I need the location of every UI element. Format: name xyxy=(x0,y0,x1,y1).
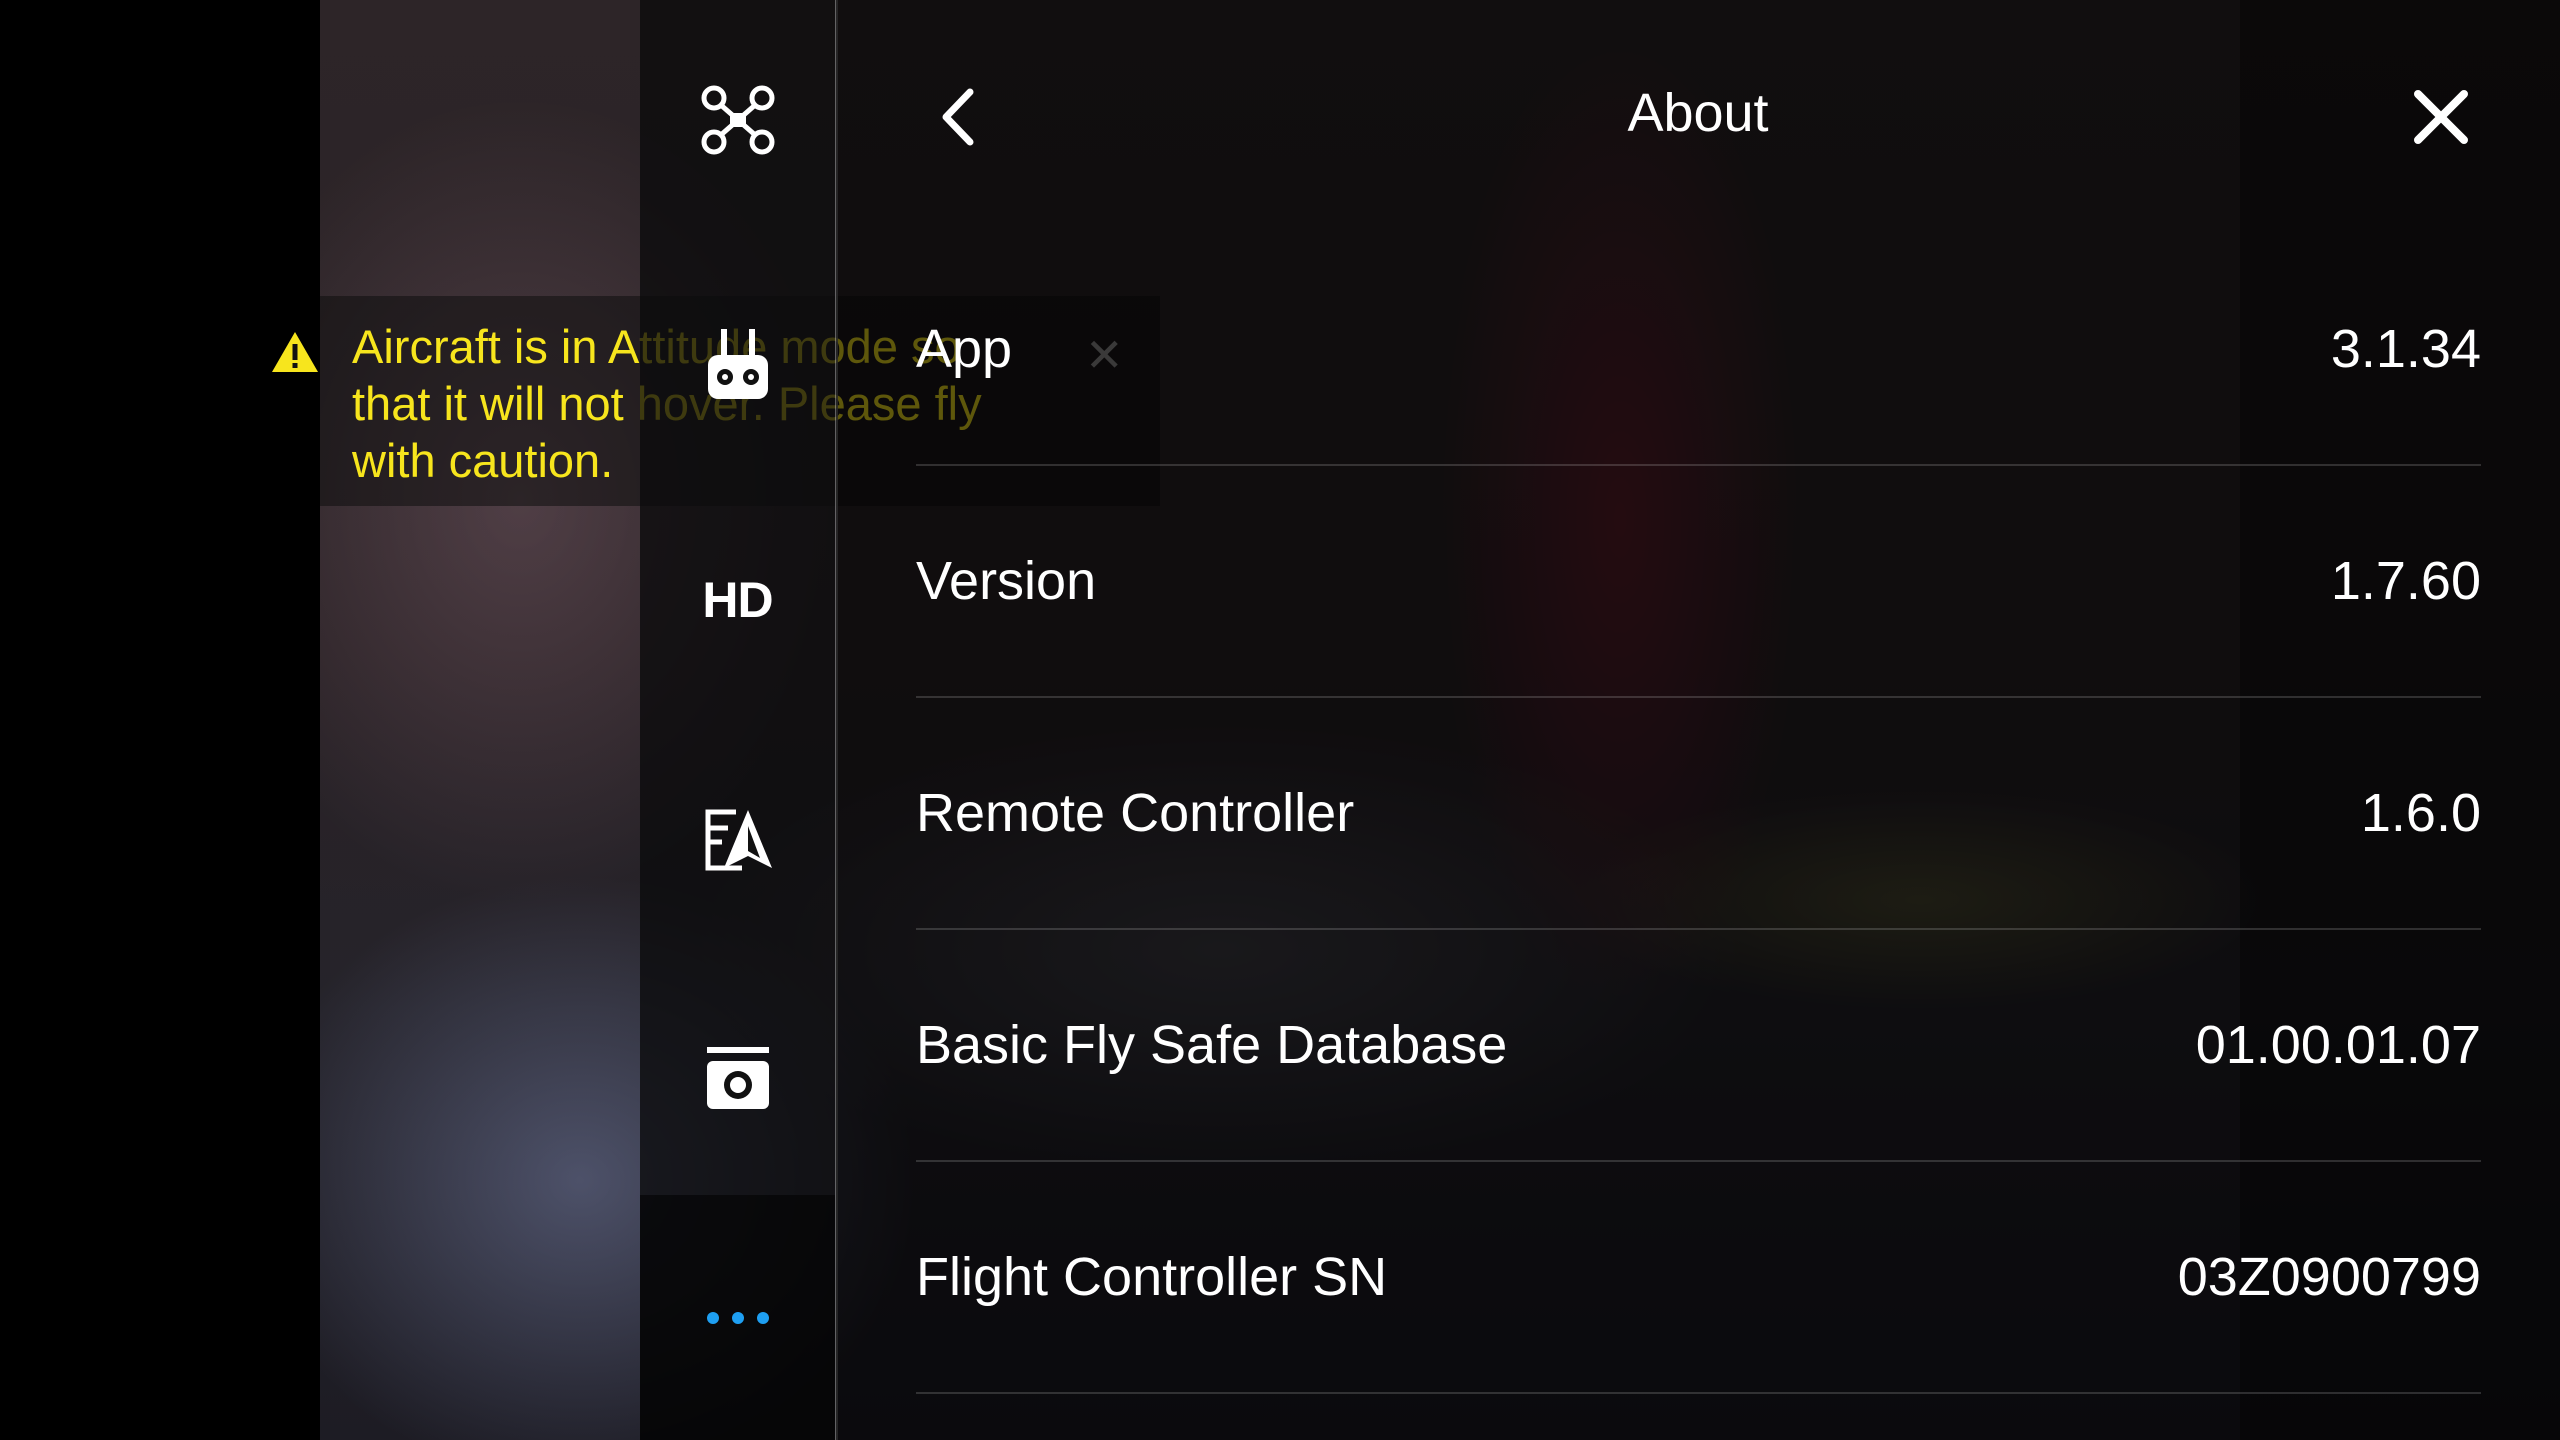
about-panel: About App 3.1.34 Version 1.7.60 Remote C… xyxy=(836,0,2560,1440)
info-row-remote-controller: Remote Controller 1.6.0 xyxy=(916,698,2481,930)
aircraft-settings-button[interactable] xyxy=(640,20,835,220)
map-settings-button[interactable] xyxy=(640,740,835,940)
hd-label: HD xyxy=(702,572,773,628)
row-value: 1.6.0 xyxy=(2360,783,2481,843)
close-icon xyxy=(2414,90,2468,144)
page-title: About xyxy=(1627,83,1769,143)
camera-settings-button[interactable] xyxy=(640,980,835,1180)
more-settings-button[interactable] xyxy=(640,1195,835,1440)
row-value: 03Z0900799 xyxy=(2177,1247,2481,1307)
warning-icon xyxy=(272,332,318,372)
row-value: 3.1.34 xyxy=(2330,319,2481,379)
remote-controller-icon xyxy=(707,329,768,399)
info-row-flight-controller-sn: Flight Controller SN 03Z0900799 xyxy=(916,1162,2481,1394)
drone-icon xyxy=(701,85,774,155)
hd-transmission-settings-button[interactable]: HD xyxy=(640,500,835,700)
info-row-app: App 3.1.34 xyxy=(916,234,2481,466)
camera-icon xyxy=(706,1047,769,1109)
map-navigation-icon xyxy=(705,809,772,871)
row-label: Remote Controller xyxy=(916,783,1355,843)
row-value: 01.00.01.07 xyxy=(2195,1015,2481,1075)
row-label: App xyxy=(916,319,1013,379)
remote-controller-settings-button[interactable] xyxy=(640,265,835,465)
more-dots-icon xyxy=(706,1311,769,1324)
info-row-fly-safe-database: Basic Fly Safe Database 01.00.01.07 xyxy=(916,930,2481,1162)
row-value: 1.7.60 xyxy=(2330,551,2481,611)
info-row-version: Version 1.7.60 xyxy=(916,466,2481,698)
screen-left-margin xyxy=(0,0,320,1440)
settings-icon-rail: HD xyxy=(640,0,838,1440)
app-screen: Aircraft is in Attitude mode so that it … xyxy=(0,0,2560,1440)
row-label: Flight Controller SN xyxy=(916,1247,1388,1307)
close-button[interactable] xyxy=(2406,82,2496,152)
row-label: Basic Fly Safe Database xyxy=(916,1015,1508,1075)
row-label: Version xyxy=(916,551,1097,611)
